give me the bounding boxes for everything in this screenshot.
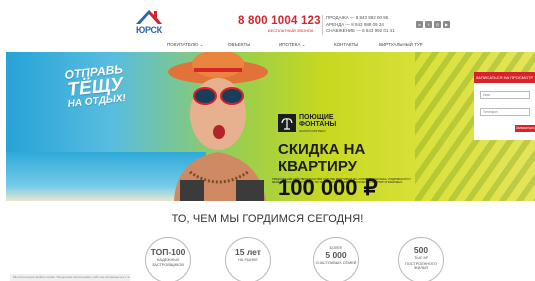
stat-label: ПОСТРОЕННОГО ЖИЛЬЯ: [405, 261, 437, 271]
name-input[interactable]: Имя: [480, 91, 530, 99]
promo-fine-print: ПРЕДЛОЖЕНИЕ ДЕЙСТВИТЕЛЬНО ПРИ ПОКУПКЕ КВ…: [272, 178, 411, 185]
hotline-caption: БЕСПЛАТНЫЙ ЗВОНОК: [268, 28, 314, 33]
complex-subtitle: ЖИЛОЙ КОМПЛЕКС: [299, 129, 326, 133]
facebook-icon[interactable]: f: [425, 21, 432, 28]
cookie-notice[interactable]: Мы используем файлы cookie. Продолжая ис…: [10, 274, 130, 281]
complex-name-line-2: ФОНТАНЫ: [299, 121, 337, 128]
stat-unit: ТЫС М²: [414, 256, 428, 260]
promo-headline-line-1: СКИДКА НА: [278, 141, 366, 158]
banner-slogan: ОТПРАВЬ ТЁЩУ НА ОТДЫХ!: [64, 62, 126, 110]
stat-value: 5 000: [325, 249, 347, 260]
contact-sales[interactable]: ПРОДАЖА — 8 843 992 00 95: [326, 15, 395, 22]
chevron-down-icon: ⌄: [199, 42, 204, 47]
stat-value: 15 лет: [235, 247, 261, 257]
stat-value: ТОП-100: [150, 247, 186, 257]
contact-supply[interactable]: СНАБЖЕНИЕ — 8 843 992 01 41: [326, 28, 395, 35]
main-nav: ПОКУПАТЕЛЮ ⌄ ОБЪЕКТЫ ИПОТЕКА ⌄ КОНТАКТЫ …: [0, 41, 535, 51]
promo-banner[interactable]: ОТПРАВЬ ТЁЩУ НА ОТДЫХ! ПОЮЩИЕ ФОНТАНЫ ЖИ…: [6, 52, 535, 201]
woman-in-sunglasses-image: [168, 52, 268, 201]
fountain-logo-icon: [278, 114, 296, 132]
nav-item-virtual-tour[interactable]: ВИРТУАЛЬНЫЙ ТУР: [379, 42, 423, 47]
hotline-phone[interactable]: 8 800 1004 123: [238, 15, 321, 27]
vk-icon[interactable]: в: [416, 21, 423, 28]
nav-item-buyers[interactable]: ПОКУПАТЕЛЮ ⌄: [167, 42, 203, 48]
nav-item-mortgage[interactable]: ИПОТЕКА ⌄: [279, 42, 305, 48]
instagram-icon[interactable]: ◎: [434, 21, 441, 28]
phone-input[interactable]: Телефон: [480, 108, 530, 116]
stat-label: СЧАСТЛИВЫХ СЕМЕЙ: [315, 260, 357, 265]
viewing-signup-form: ЗАПИСАТЬСЯ НА ПРОСМОТР Имя Телефон Запис…: [474, 72, 535, 140]
stat-label: НА РЫНКЕ: [238, 258, 258, 262]
stat-families: БОЛЕЕ 5 000 СЧАСТЛИВЫХ СЕМЕЙ: [313, 237, 359, 281]
about-section-title: ТО, ЧЕМ МЫ ГОРДИМСЯ СЕГОДНЯ!: [171, 213, 364, 225]
nav-item-objects[interactable]: ОБЪЕКТЫ: [228, 42, 250, 47]
chevron-down-icon: ⌄: [301, 42, 306, 47]
stat-housing: 500 ТЫС М² ПОСТРОЕННОГО ЖИЛЬЯ: [398, 237, 444, 281]
header-divider: [322, 15, 323, 35]
youtube-icon[interactable]: ▶: [443, 21, 450, 28]
house-logo-icon: [136, 10, 162, 24]
stat-label: НАДЕЖНЫХ ЗАСТРОЙЩИКОВ: [152, 258, 184, 267]
submit-button[interactable]: Записаться: [515, 125, 535, 132]
logo-text: ЮРСК: [136, 25, 162, 35]
department-contacts: ПРОДАЖА — 8 843 992 00 95 АРЕНДА — 8 843…: [326, 15, 395, 35]
stat-top100: ТОП-100 НАДЕЖНЫХ ЗАСТРОЙЩИКОВ: [145, 237, 191, 281]
stat-value: 500: [413, 245, 429, 255]
site-header: ЮРСК 8 800 1004 123 БЕСПЛАТНЫЙ ЗВОНОК ПР…: [0, 0, 535, 40]
social-links: в f ◎ ▶: [416, 21, 450, 28]
stat-years: 15 лет НА РЫНКЕ: [225, 237, 271, 281]
company-logo[interactable]: ЮРСК: [134, 8, 178, 36]
form-title: ЗАПИСАТЬСЯ НА ПРОСМОТР: [474, 72, 535, 83]
nav-item-contacts[interactable]: КОНТАКТЫ: [334, 42, 358, 47]
complex-name-line-1: ПОЮЩИЕ: [299, 114, 334, 121]
complex-name: ПОЮЩИЕ ФОНТАНЫ: [299, 114, 336, 128]
promo-headline-line-2: КВАРТИРУ: [278, 158, 357, 175]
